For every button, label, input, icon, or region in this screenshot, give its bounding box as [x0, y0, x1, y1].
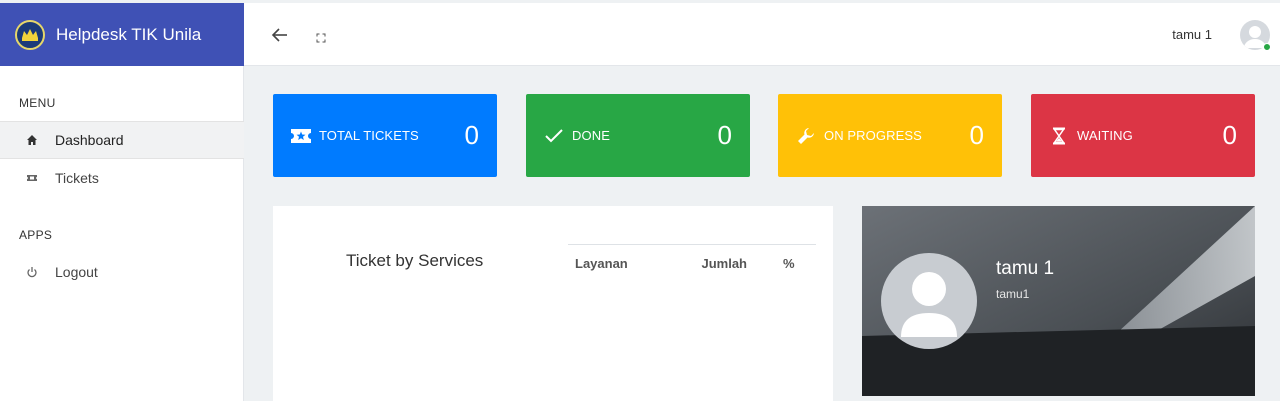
stat-label: WAITING	[1077, 128, 1133, 143]
hourglass-icon	[1049, 126, 1069, 146]
profile-card: tamu 1 tamu1	[862, 206, 1255, 396]
expand-icon[interactable]	[316, 30, 326, 43]
stat-card-total-tickets[interactable]: TOTAL TICKETS 0	[273, 94, 497, 177]
sidebar-item-tickets[interactable]: Tickets	[0, 159, 244, 197]
home-icon	[25, 134, 39, 146]
app-root: Helpdesk TIK Unila MENU Dashboard Ticket…	[0, 0, 1280, 401]
stat-label: TOTAL TICKETS	[319, 128, 419, 143]
stat-label: DONE	[572, 128, 610, 143]
stat-card-waiting[interactable]: WAITING 0	[1031, 94, 1255, 177]
power-icon	[25, 266, 39, 278]
header-user-name[interactable]: tamu 1	[1172, 27, 1212, 42]
table-header-row: Layanan Jumlah %	[568, 245, 816, 271]
ticket-icon	[25, 172, 39, 184]
services-table: Layanan Jumlah %	[568, 244, 816, 271]
unila-logo-icon	[15, 19, 45, 50]
ticket-icon	[291, 126, 311, 146]
profile-name: tamu 1	[996, 258, 1055, 279]
top-bar: tamu 1	[244, 3, 1280, 66]
sidebar-item-label: Dashboard	[55, 132, 124, 148]
stat-label: ON PROGRESS	[824, 128, 922, 143]
sidebar-item-logout[interactable]: Logout	[0, 253, 244, 291]
ticket-by-services-panel: Ticket by Services Layanan Jumlah %	[273, 206, 833, 401]
column-header-layanan: Layanan	[575, 256, 628, 271]
wrench-icon	[796, 126, 816, 146]
profile-username: tamu1	[996, 287, 1030, 301]
stat-value: 0	[717, 120, 732, 150]
panel-title: Ticket by Services	[346, 251, 484, 270]
stat-card-on-progress[interactable]: ON PROGRESS 0	[778, 94, 1002, 177]
stat-value: 0	[464, 120, 479, 150]
sidebar-item-label: Logout	[55, 264, 98, 280]
arrow-left-icon[interactable]	[270, 25, 290, 45]
column-header-jumlah: Jumlah	[701, 256, 747, 271]
sidebar-item-dashboard[interactable]: Dashboard	[0, 121, 244, 159]
online-status-dot	[1263, 43, 1271, 51]
stat-card-done[interactable]: DONE 0	[526, 94, 750, 177]
check-icon	[544, 126, 564, 146]
brand-title: Helpdesk TIK Unila	[56, 24, 202, 44]
sidebar-heading-menu: MENU	[19, 96, 56, 110]
sidebar-item-label: Tickets	[55, 170, 99, 186]
sidebar-heading-apps: APPS	[19, 228, 53, 242]
sidebar: MENU Dashboard Tickets APPS Logout	[0, 66, 244, 401]
stat-value: 0	[1222, 120, 1237, 150]
user-avatar-icon	[881, 253, 977, 349]
brand-header[interactable]: Helpdesk TIK Unila	[0, 3, 244, 66]
stat-value: 0	[969, 120, 984, 150]
column-header-percent: %	[783, 256, 795, 271]
